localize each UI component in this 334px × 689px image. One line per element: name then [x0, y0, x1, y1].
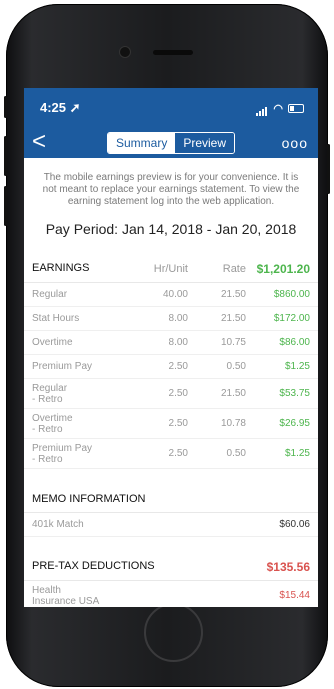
- earning-amount: $860.00: [273, 289, 310, 300]
- earning-hr: 2.50: [168, 448, 188, 459]
- earning-hr: 8.00: [168, 337, 188, 348]
- earning-name: Overtime: [32, 337, 73, 348]
- earnings-title: EARNINGS: [32, 262, 90, 274]
- signal-icon: [256, 101, 268, 116]
- earning-amount: $1.25: [284, 448, 310, 459]
- status-time: 4:25 ➚: [40, 100, 81, 116]
- earning-amount: $1.25: [284, 361, 310, 372]
- earnings-row: Regular 40.00 21.50 $860.00: [24, 283, 318, 307]
- volume-down-button: [4, 186, 7, 226]
- tab-summary[interactable]: Summary: [107, 133, 176, 153]
- earning-rate: 10.78: [220, 418, 246, 429]
- tab-preview[interactable]: Preview: [175, 133, 235, 153]
- earnings-row: Premium Pay - Retro 2.50 0.50 $1.25: [24, 439, 318, 469]
- pretax-row: Health Insurance USA $15.44: [24, 581, 318, 607]
- earning-hr: 2.50: [168, 418, 188, 429]
- earning-rate: 21.50: [220, 289, 246, 300]
- section-spacer: [24, 469, 318, 485]
- earning-rate: 21.50: [220, 388, 246, 399]
- earnings-row: Overtime 8.00 10.75 $86.00: [24, 331, 318, 355]
- pay-period: Pay Period: Jan 14, 2018 - Jan 20, 2018: [45, 221, 297, 237]
- pretax-name: Health Insurance USA: [32, 584, 100, 607]
- earnings-total: $1,201.20: [256, 261, 310, 276]
- pretax-total: $135.56: [266, 559, 310, 574]
- rate-header: Rate: [222, 262, 246, 275]
- status-bar: 4:25 ➚ ◠: [24, 88, 318, 128]
- disclaimer-text: The mobile earnings preview is for your …: [42, 172, 300, 207]
- view-toggle: Summary Preview: [106, 132, 236, 154]
- earning-rate: 0.50: [226, 448, 246, 459]
- time-text: 4:25: [40, 100, 67, 115]
- earnings-row: Regular - Retro 2.50 21.50 $53.75: [24, 379, 318, 409]
- earning-hr: 8.00: [168, 313, 188, 324]
- memo-amount: $60.06: [279, 519, 310, 530]
- pretax-header: PRE-TAX DEDUCTIONS $135.56: [24, 553, 318, 581]
- pretax-amount: $15.44: [279, 590, 310, 601]
- earnings-row: Premium Pay 2.50 0.50 $1.25: [24, 355, 318, 379]
- memo-title: MEMO INFORMATION: [32, 492, 146, 505]
- battery-icon: [288, 103, 304, 113]
- more-options-icon[interactable]: ooo: [282, 135, 308, 151]
- earning-name: Premium Pay - Retro: [32, 442, 93, 465]
- earnings-row: Stat Hours 8.00 21.50 $172.00: [24, 307, 318, 331]
- pretax-title: PRE-TAX DEDUCTIONS: [32, 560, 155, 572]
- front-camera: [119, 46, 131, 58]
- power-button: [327, 144, 330, 194]
- earning-rate: 0.50: [226, 361, 246, 372]
- section-spacer: [24, 537, 318, 553]
- memo-name: 401k Match: [32, 519, 84, 530]
- home-button[interactable]: [144, 603, 203, 662]
- earning-hr: 2.50: [168, 361, 188, 372]
- earning-amount: $53.75: [279, 388, 310, 399]
- earning-name: Premium Pay: [32, 361, 93, 372]
- earning-name: Stat Hours: [32, 313, 80, 324]
- earning-amount: $86.00: [279, 337, 310, 348]
- back-chevron-icon[interactable]: <: [32, 130, 46, 154]
- hr-unit-header: Hr/Unit: [153, 262, 188, 275]
- nav-bar: < Summary Preview ooo: [24, 128, 318, 158]
- earning-amount: $26.95: [279, 418, 310, 429]
- earning-rate: 21.50: [220, 313, 246, 324]
- memo-row: 401k Match $60.06: [24, 513, 318, 537]
- earning-name: Overtime - Retro: [32, 412, 73, 435]
- volume-up-button: [4, 136, 7, 176]
- earnings-row: Overtime - Retro 2.50 10.78 $26.95: [24, 409, 318, 439]
- earnings-header: EARNINGS Hr/Unit Rate $1,201.20: [24, 255, 318, 283]
- earning-rate: 10.75: [220, 337, 246, 348]
- earning-amount: $172.00: [273, 313, 310, 324]
- preview-content: The mobile earnings preview is for your …: [24, 158, 318, 607]
- wifi-icon: ◠: [273, 102, 283, 115]
- earning-hr: 40.00: [162, 289, 188, 300]
- phone-screen: 4:25 ➚ ◠ < Summary Preview ooo The mobil…: [24, 88, 318, 607]
- earning-name: Regular: [32, 289, 68, 300]
- memo-header: MEMO INFORMATION: [24, 485, 318, 513]
- earning-hr: 2.50: [168, 388, 188, 399]
- location-arrow-icon: ➚: [69, 100, 81, 115]
- earpiece-speaker: [153, 50, 193, 55]
- earning-name: Regular - Retro: [32, 382, 68, 405]
- silent-switch: [4, 96, 7, 118]
